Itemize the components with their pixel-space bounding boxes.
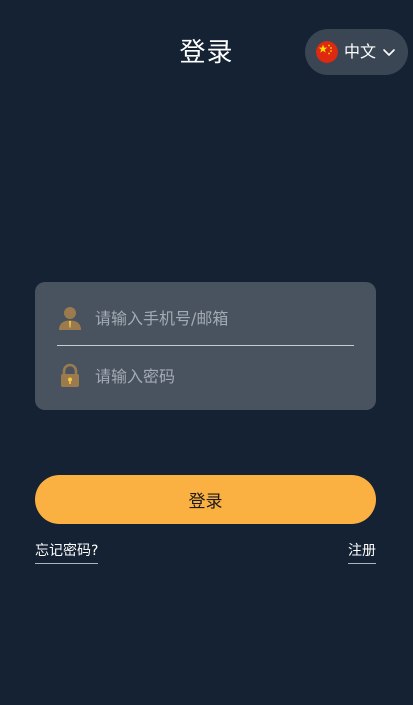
login-button[interactable]: 登录 — [35, 475, 376, 524]
register-link[interactable]: 注册 — [348, 541, 376, 564]
login-screen: 登录 中文 请输入手机号/邮箱 登录 忘记密码? 注册 — [0, 0, 413, 705]
user-icon — [59, 307, 81, 330]
password-input[interactable] — [95, 356, 354, 396]
account-input[interactable] — [95, 298, 354, 338]
language-selector[interactable]: 中文 — [305, 29, 408, 75]
forgot-password-link[interactable]: 忘记密码? — [35, 541, 99, 564]
field-divider — [57, 345, 354, 346]
china-flag-icon — [316, 41, 338, 63]
password-field-row — [57, 351, 354, 401]
language-label: 中文 — [344, 42, 377, 61]
login-form-card — [35, 282, 376, 410]
lock-icon — [61, 363, 79, 387]
account-field-row — [57, 293, 354, 343]
chevron-down-icon — [383, 49, 395, 56]
